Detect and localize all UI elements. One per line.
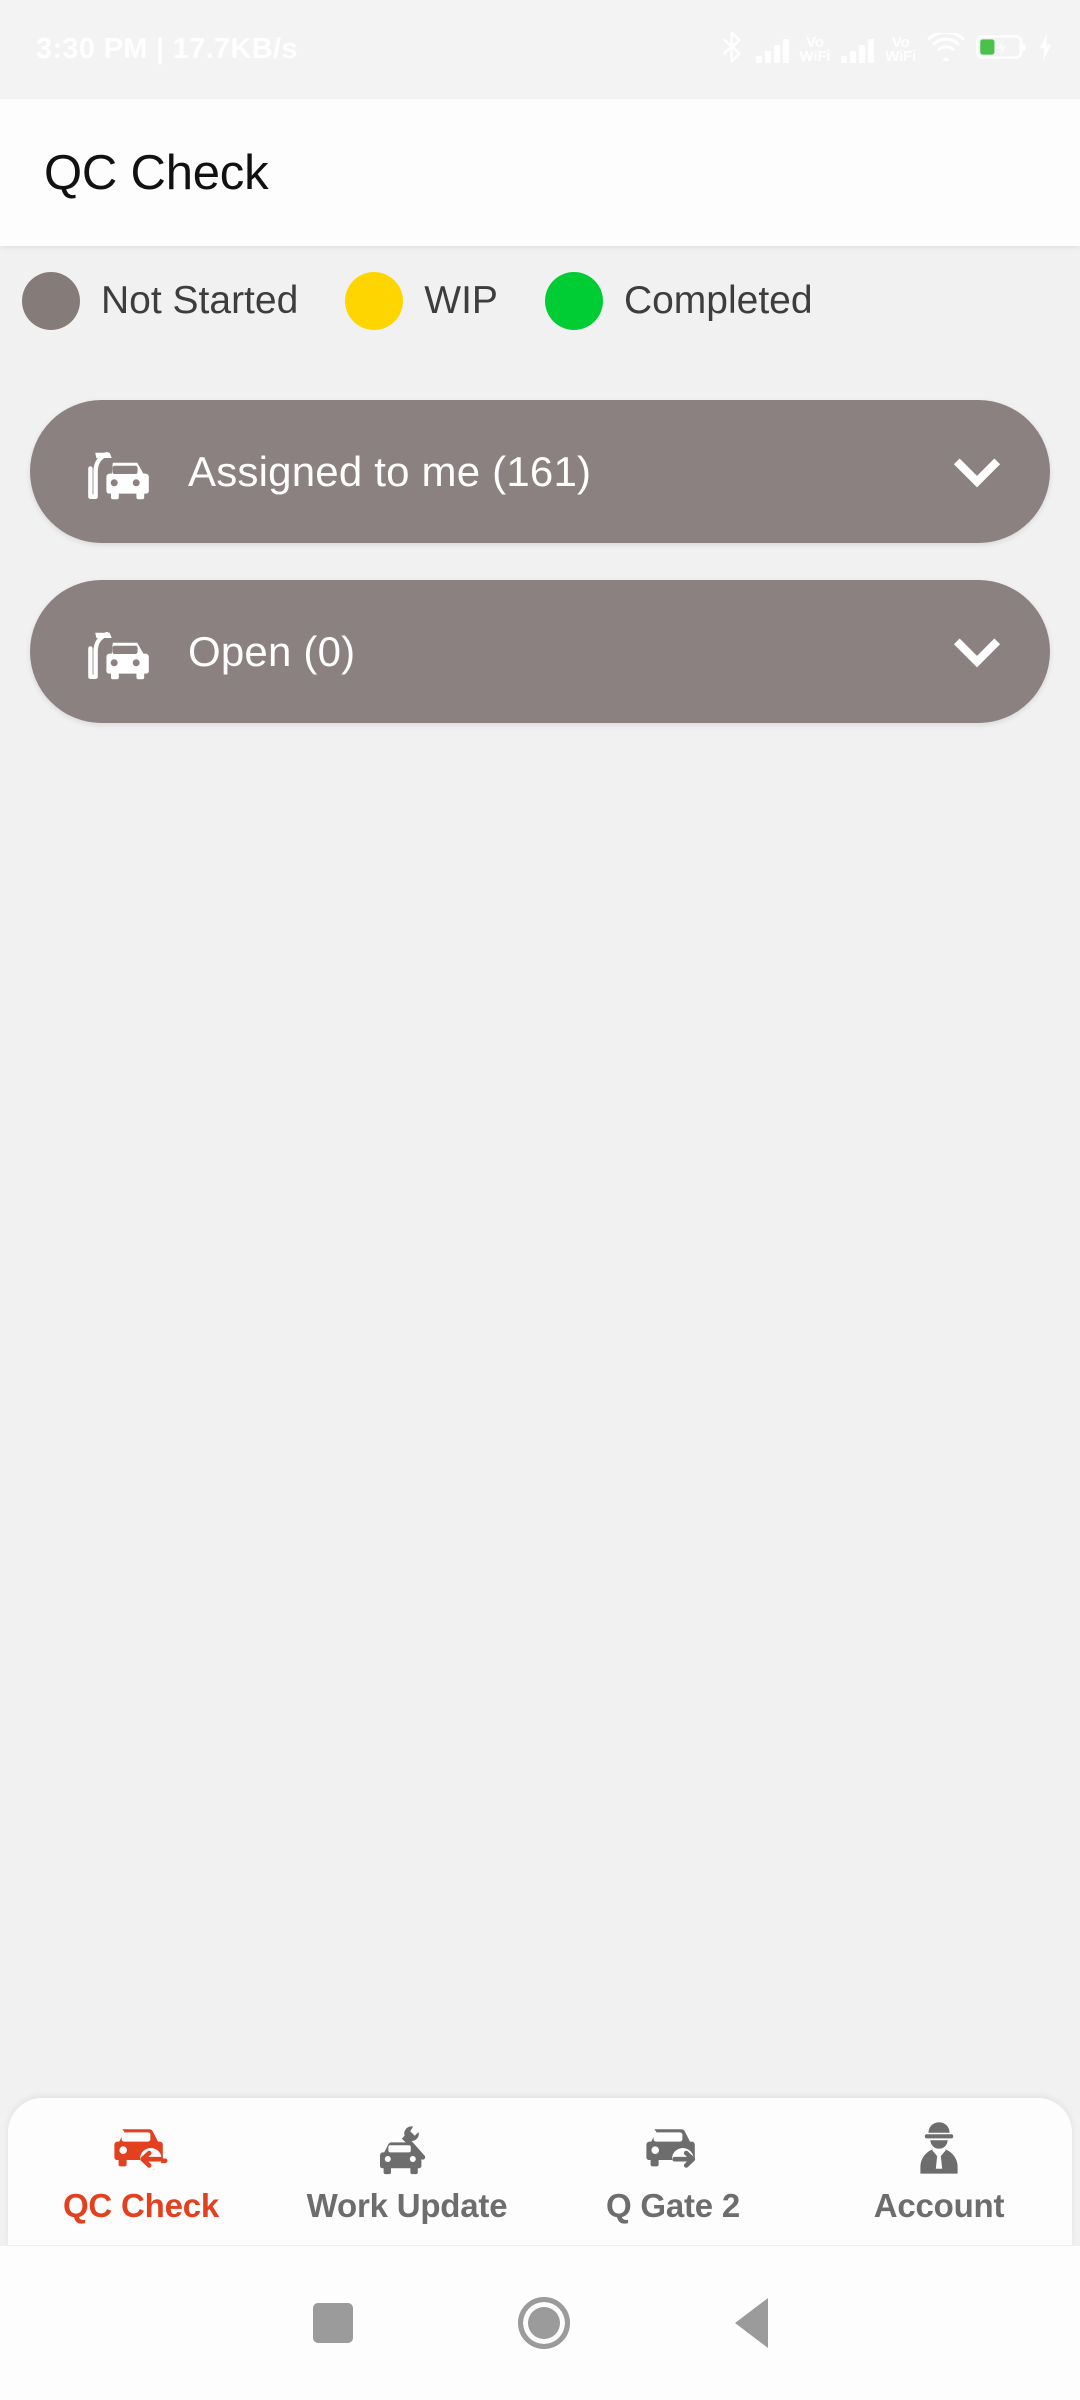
app-bar: QC Check <box>0 99 1080 246</box>
android-system-nav <box>0 2245 1080 2400</box>
signal-bars-icon <box>755 37 789 63</box>
status-dot-completed <box>544 272 603 330</box>
nav-item-work-update[interactable]: Work Update <box>274 2098 540 2245</box>
car-arrow-left-icon <box>110 2118 172 2180</box>
group-card-open[interactable]: Open (0) <box>30 580 1050 723</box>
group-card-assigned-to-me[interactable]: Assigned to me (161) <box>30 400 1050 543</box>
vowifi-icon: Vo WiFi <box>799 35 831 65</box>
status-legend: Not Started WIP Completed <box>0 246 1080 356</box>
nav-item-account[interactable]: Account <box>806 2098 1072 2245</box>
car-wash-icon <box>86 624 152 680</box>
vowifi-line-2: WiFi <box>799 47 831 65</box>
nav-label-account: Account <box>873 2187 1005 2224</box>
square-recents-icon[interactable] <box>312 2303 353 2343</box>
officer-person-icon <box>908 2118 970 2180</box>
status-icons: Vo WiFi Vo WiFi <box>718 30 1052 69</box>
legend-item-wip: WIP <box>345 272 498 330</box>
car-wash-icon <box>86 444 152 500</box>
group-label-assigned-to-me: Assigned to me (161) <box>188 447 592 495</box>
signal-bars-icon <box>841 37 875 63</box>
legend-item-not-started: Not Started <box>22 272 298 330</box>
nav-label-q-gate-2: Q Gate 2 <box>605 2187 741 2224</box>
status-dot-not-started <box>22 272 80 330</box>
vowifi-line-2: WiFi <box>885 47 916 65</box>
vowifi-icon: Vo WiFi <box>885 35 916 65</box>
nav-label-work-update: Work Update <box>306 2187 508 2224</box>
bluetooth-icon <box>718 30 745 69</box>
legend-label-completed: Completed <box>623 279 813 322</box>
legend-item-completed: Completed <box>544 272 813 330</box>
legend-label-wip: WIP <box>424 279 498 322</box>
status-dot-wip <box>345 272 404 330</box>
nav-item-qc-check[interactable]: QC Check <box>8 2098 274 2245</box>
charging-bolt-icon <box>1039 33 1052 66</box>
battery-charging-icon <box>975 33 1028 66</box>
car-wrench-icon <box>376 2118 438 2180</box>
nav-label-qc-check: QC Check <box>62 2187 220 2224</box>
status-bar: 3:30 PM | 17.7KB/s Vo WiFi Vo WiFi <box>0 0 1080 99</box>
wifi-icon <box>927 30 965 66</box>
bottom-navigation: QC Check Work Update Q Gate 2 Account <box>8 2098 1072 2245</box>
status-time-network: 3:30 PM | 17.7KB/s <box>36 33 298 65</box>
legend-label-not-started: Not Started <box>101 279 299 322</box>
chevron-down-icon[interactable] <box>950 445 1004 499</box>
group-list: Assigned to me (161) Open (0) <box>0 400 1080 760</box>
chevron-down-icon[interactable] <box>950 625 1004 679</box>
phone-screen: 3:30 PM | 17.7KB/s Vo WiFi Vo WiFi QC Ch… <box>0 0 1080 2400</box>
triangle-back-icon[interactable] <box>734 2298 768 2348</box>
nav-item-q-gate-2[interactable]: Q Gate 2 <box>540 2098 806 2245</box>
circle-home-icon[interactable] <box>517 2297 570 2349</box>
group-label-open: Open (0) <box>188 627 356 675</box>
page-title: QC Check <box>44 145 269 200</box>
car-arrow-right-icon <box>642 2118 704 2180</box>
